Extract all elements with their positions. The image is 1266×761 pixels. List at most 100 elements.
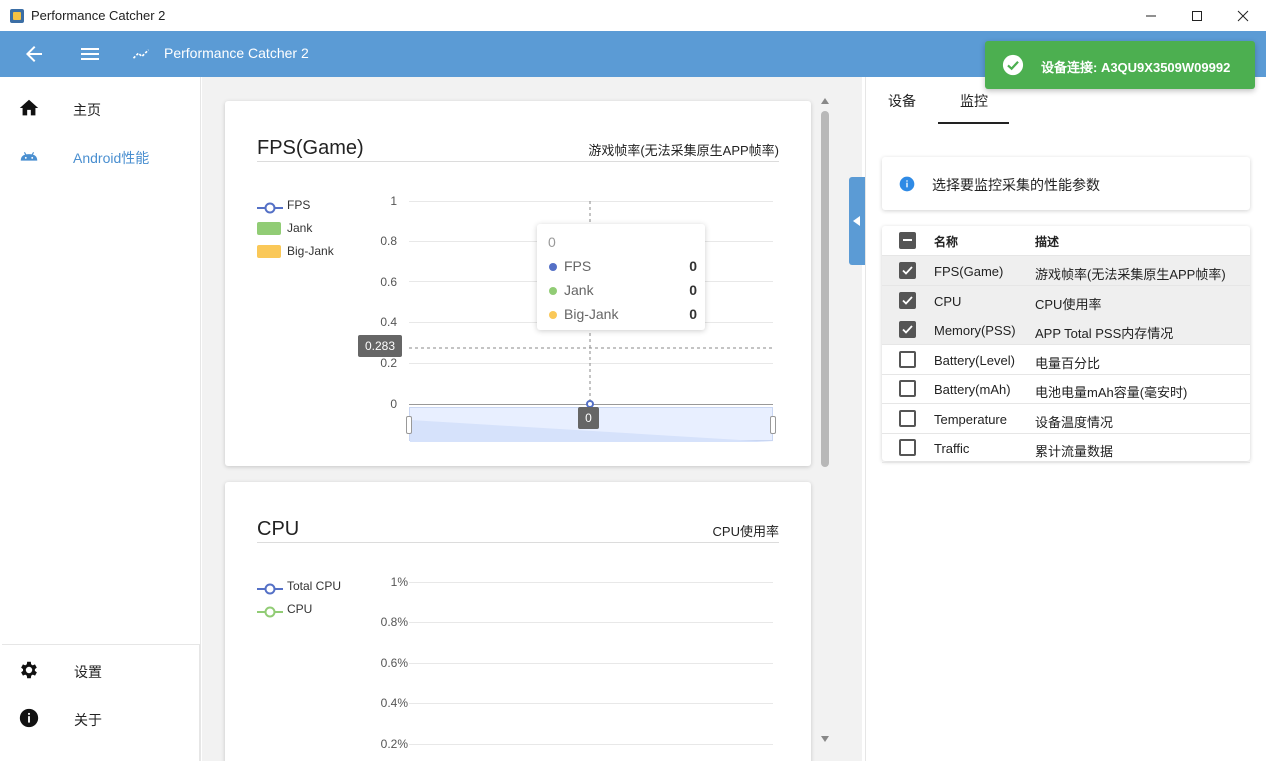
tooltip-label: Big-Jank bbox=[564, 306, 619, 322]
tooltip-label: FPS bbox=[564, 258, 592, 274]
info-banner: 选择要监控采集的性能参数 bbox=[882, 157, 1250, 210]
chart-tooltip: 0 FPS 0 Jank 0 Big-Jank 0 bbox=[537, 224, 705, 330]
info-icon bbox=[19, 708, 39, 728]
grid-line bbox=[409, 663, 773, 664]
metric-name: FPS(Game) bbox=[934, 264, 1004, 279]
toast-message: 设备连接: A3QU9X3509W09992 bbox=[1041, 60, 1231, 75]
column-header-desc: 描述 bbox=[1035, 235, 1060, 249]
card-subtitle: 游戏帧率(无法采集原生APP帧率) bbox=[588, 143, 779, 158]
menu-icon[interactable] bbox=[78, 42, 102, 66]
grid-line bbox=[409, 582, 773, 583]
sidebar-item-label: Android性能 bbox=[73, 150, 150, 166]
tooltip-label: Jank bbox=[564, 282, 594, 298]
row-checkbox[interactable] bbox=[899, 409, 916, 427]
indeterminate-icon bbox=[903, 239, 912, 241]
main-content: FPS(Game) 游戏帧率(无法采集原生APP帧率) FPS Jank Big… bbox=[202, 77, 862, 761]
table-row[interactable]: Battery(mAh) 电池电量mAh容量(毫安时) bbox=[882, 374, 1250, 404]
line-legend-icon bbox=[257, 606, 283, 618]
metric-name: Memory(PSS) bbox=[934, 323, 1016, 338]
legend-label: Total CPU bbox=[287, 579, 342, 593]
legend-label: Jank bbox=[287, 221, 313, 235]
back-arrow-icon[interactable] bbox=[22, 42, 46, 66]
check-icon bbox=[902, 295, 913, 305]
line-legend-icon bbox=[257, 202, 283, 214]
row-checkbox[interactable] bbox=[899, 439, 916, 456]
sidebar: 主页 Android性能 设置 关于 bbox=[0, 77, 201, 761]
bigjank-dot-icon bbox=[549, 311, 557, 319]
table-row[interactable]: FPS(Game) 游戏帧率(无法采集原生APP帧率) bbox=[882, 256, 1250, 286]
tab-monitor[interactable]: 监控 bbox=[960, 91, 988, 111]
sidebar-item-settings[interactable]: 设置 bbox=[0, 647, 200, 695]
metric-description: 累计流量数据 bbox=[1035, 444, 1114, 459]
metric-name: Traffic bbox=[934, 441, 970, 456]
sidebar-item-android[interactable]: Android性能 bbox=[0, 133, 200, 181]
select-all-checkbox[interactable] bbox=[899, 232, 916, 249]
tooltip-row-bigjank: Big-Jank 0 bbox=[549, 305, 697, 325]
metric-description: CPU使用率 bbox=[1035, 296, 1102, 312]
minimize-icon bbox=[1146, 15, 1156, 16]
card-title: CPU bbox=[257, 518, 300, 540]
zoom-handle-right[interactable] bbox=[770, 416, 776, 434]
metric-description: 设备温度情况 bbox=[1035, 414, 1114, 430]
row-checkbox[interactable] bbox=[899, 350, 916, 368]
table-row[interactable]: Temperature 设备温度情况 bbox=[882, 404, 1250, 434]
info-text: 选择要监控采集的性能参数 bbox=[932, 177, 1100, 193]
scroll-down-icon[interactable] bbox=[821, 736, 829, 742]
maximize-button[interactable] bbox=[1174, 0, 1220, 31]
home-icon bbox=[19, 99, 39, 116]
legend-label: FPS bbox=[287, 198, 311, 212]
metric-description: 电量百分比 bbox=[1035, 355, 1101, 371]
row-checkbox[interactable] bbox=[899, 380, 916, 397]
sidebar-item-home[interactable]: 主页 bbox=[0, 85, 200, 133]
legend-label: CPU bbox=[287, 602, 313, 616]
scroll-up-icon[interactable] bbox=[821, 98, 829, 104]
line-legend-icon bbox=[257, 583, 283, 595]
y-tick-label: 0.2% bbox=[380, 737, 408, 751]
card-subtitle: CPU使用率 bbox=[712, 524, 779, 539]
gear-icon bbox=[21, 661, 37, 679]
scroll-thumb[interactable] bbox=[821, 111, 829, 467]
check-icon bbox=[902, 325, 913, 334]
jank-dot-icon bbox=[549, 287, 557, 295]
main-scrollbar[interactable] bbox=[818, 96, 832, 746]
active-tab-indicator bbox=[938, 122, 1009, 124]
right-panel: 设备 监控 选择要监控采集的性能参数 名称 描述 FPS(Game) 游戏帧率(无… bbox=[865, 77, 1266, 761]
appbar-title: Performance Catcher 2 bbox=[164, 45, 309, 61]
y-tick-label: 0.4% bbox=[380, 696, 408, 710]
metric-description: 电池电量mAh容量(毫安时) bbox=[1035, 385, 1188, 400]
table-row[interactable]: Traffic 累计流量数据 bbox=[882, 433, 1250, 463]
zoom-handle-left[interactable] bbox=[406, 416, 412, 434]
panel-collapse-toggle[interactable] bbox=[849, 177, 865, 265]
tooltip-value: 0 bbox=[689, 282, 697, 298]
metric-description: 游戏帧率(无法采集原生APP帧率) bbox=[1035, 267, 1226, 282]
row-checkbox[interactable] bbox=[899, 262, 916, 279]
trending-icon bbox=[132, 49, 150, 59]
table-row[interactable]: Battery(Level) 电量百分比 bbox=[882, 345, 1250, 375]
metric-name: Battery(Level) bbox=[934, 352, 1015, 368]
sidebar-item-about[interactable]: 关于 bbox=[0, 695, 200, 743]
fps-dot-icon bbox=[549, 263, 557, 271]
app-logo-icon bbox=[10, 9, 24, 23]
metric-name: Battery(mAh) bbox=[934, 382, 1011, 397]
table-row[interactable]: Memory(PSS) APP Total PSS内存情况 bbox=[882, 315, 1250, 345]
close-icon bbox=[1237, 10, 1249, 21]
row-checkbox[interactable] bbox=[899, 321, 916, 338]
minimize-button[interactable] bbox=[1128, 0, 1174, 31]
tab-device[interactable]: 设备 bbox=[888, 91, 916, 111]
row-checkbox[interactable] bbox=[899, 291, 916, 309]
sidebar-item-label: 关于 bbox=[74, 712, 102, 728]
fps-chart-card: FPS(Game) 游戏帧率(无法采集原生APP帧率) FPS Jank Big… bbox=[225, 101, 811, 466]
grid-line bbox=[409, 622, 773, 623]
android-icon bbox=[20, 152, 38, 161]
close-window-button[interactable] bbox=[1220, 0, 1266, 31]
table-row[interactable]: CPU CPU使用率 bbox=[882, 285, 1250, 316]
card-title: FPS(Game) bbox=[257, 137, 364, 159]
check-icon bbox=[902, 266, 913, 275]
cpu-chart-card: CPU CPU使用率 Total CPU CPU 1% 0.8% 0.6% 0.… bbox=[225, 482, 811, 761]
column-header-name: 名称 bbox=[934, 235, 959, 249]
jank-swatch-icon bbox=[257, 222, 281, 235]
tooltip-row-fps: FPS 0 bbox=[549, 257, 697, 277]
metric-description: APP Total PSS内存情况 bbox=[1035, 326, 1174, 341]
tooltip-value: 0 bbox=[689, 258, 697, 274]
tooltip-header: 0 bbox=[548, 234, 556, 250]
